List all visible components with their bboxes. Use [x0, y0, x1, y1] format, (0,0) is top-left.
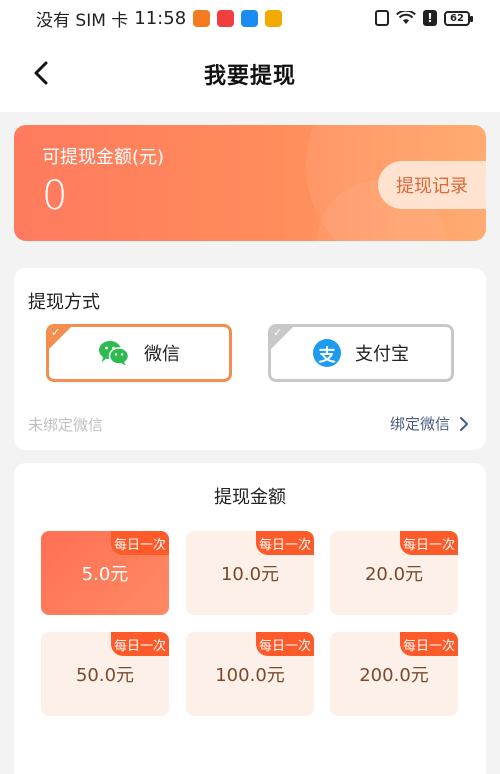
app-notification-icon — [217, 9, 235, 27]
amount-value: 100.0元 — [215, 665, 285, 686]
bind-link-label: 绑定微信 — [389, 415, 450, 433]
chevron-left-icon — [34, 61, 48, 85]
amount-value: 10.0元 — [220, 564, 280, 585]
daily-limit-badge: 每日一次 — [111, 531, 169, 555]
amount-title: 提现金额 — [214, 487, 286, 508]
balance-value: 0 — [42, 173, 68, 219]
withdraw-method-card: 提现方式 ✓ 微信 ✓ 支 支付宝 未绑定微信 绑定微信 — [14, 268, 486, 450]
method-option-alipay[interactable]: ✓ 支 支付宝 — [268, 324, 454, 382]
page-title: 我要提现 — [203, 64, 296, 89]
wifi-icon — [396, 11, 416, 25]
amount-value: 20.0元 — [364, 564, 424, 585]
bind-wechat-link[interactable]: 绑定微信 — [390, 413, 468, 434]
carrier-text: 没有 SIM 卡 — [36, 10, 129, 31]
app-notification-icon — [241, 9, 259, 27]
check-icon: ✓ — [273, 326, 283, 339]
daily-limit-badge: 每日一次 — [400, 632, 458, 656]
status-left: 没有 SIM 卡 11:58 — [36, 6, 283, 31]
check-icon: ✓ — [51, 326, 61, 339]
bind-status-text: 未绑定微信 — [28, 416, 104, 434]
amount-option-5[interactable]: 每日一次 5.0元 — [41, 531, 169, 615]
amount-option-200[interactable]: 每日一次 200.0元 — [330, 632, 458, 716]
status-bar: 没有 SIM 卡 11:58 ! 62 — [0, 0, 500, 36]
alert-icon: ! — [423, 10, 437, 26]
nav-header: 我要提现 — [0, 36, 500, 112]
withdraw-page: 没有 SIM 卡 11:58 ! 62 我要提现 可提现金额(元) 0 提现记录… — [0, 0, 500, 774]
amount-option-10[interactable]: 每日一次 10.0元 — [186, 531, 314, 615]
withdraw-amount-card: 提现金额 每日一次 5.0元 每日一次 10.0元 每日一次 20.0元 每日一… — [14, 463, 486, 774]
amount-value: 50.0元 — [75, 665, 135, 686]
vibrate-icon — [375, 10, 389, 26]
amount-value: 5.0元 — [81, 564, 129, 585]
method-label: 支付宝 — [355, 344, 409, 365]
clock: 11:58 — [134, 7, 187, 29]
daily-limit-badge: 每日一次 — [256, 531, 314, 555]
status-right: ! 62 — [375, 10, 473, 26]
battery-indicator: 62 — [444, 10, 473, 26]
chevron-right-icon — [460, 416, 468, 431]
method-label: 微信 — [144, 344, 180, 365]
balance-label: 可提现金额(元) — [42, 147, 165, 168]
amount-option-20[interactable]: 每日一次 20.0元 — [330, 531, 458, 615]
daily-limit-badge: 每日一次 — [400, 531, 458, 555]
weibo-icon — [265, 9, 283, 27]
daily-limit-badge: 每日一次 — [256, 632, 314, 656]
daily-limit-badge: 每日一次 — [111, 632, 169, 656]
amount-option-100[interactable]: 每日一次 100.0元 — [186, 632, 314, 716]
amount-option-50[interactable]: 每日一次 50.0元 — [41, 632, 169, 716]
wechat-icon — [98, 340, 130, 366]
back-button[interactable] — [26, 56, 56, 90]
method-title: 提现方式 — [28, 292, 100, 313]
amount-value: 200.0元 — [359, 665, 429, 686]
method-option-wechat[interactable]: ✓ 微信 — [46, 324, 232, 382]
balance-card: 可提现金额(元) 0 提现记录 — [14, 125, 486, 241]
app-notification-icon — [193, 9, 211, 27]
alipay-icon: 支 — [313, 339, 341, 367]
withdraw-records-button[interactable]: 提现记录 — [378, 161, 486, 209]
